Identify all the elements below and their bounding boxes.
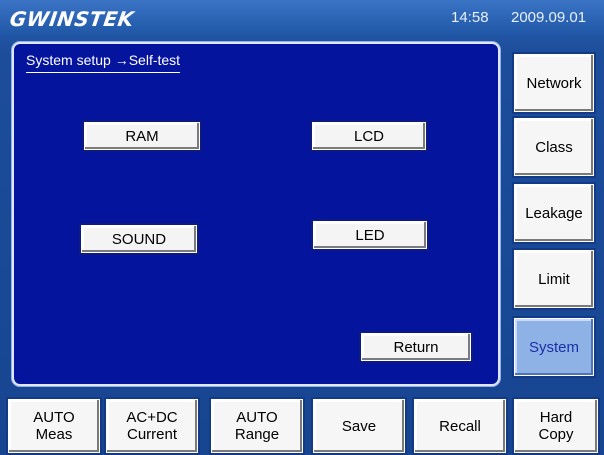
lcd-test-button[interactable]: LCD [312, 122, 426, 150]
clock-date: 2009.09.01 [511, 9, 587, 26]
recall-label: Recall [439, 417, 481, 435]
hard-copy-button[interactable]: Hard Copy [514, 399, 598, 453]
class-menu-button[interactable]: Class [514, 118, 594, 176]
title-bar: GWINSTEK 14:58 2009.09.01 [0, 0, 604, 36]
ac-dc-label-line1: AC+DC [126, 409, 178, 426]
limit-menu-button[interactable]: Limit [514, 250, 594, 308]
system-menu-button[interactable]: System [514, 318, 594, 376]
return-button[interactable]: Return [361, 333, 471, 361]
hard-copy-label-line1: Hard [539, 409, 573, 426]
recall-button[interactable]: Recall [414, 399, 506, 453]
ac-dc-current-button[interactable]: AC+DC Current [106, 399, 198, 453]
ram-test-button[interactable]: RAM [84, 122, 200, 150]
auto-range-button[interactable]: AUTO Range [211, 399, 303, 453]
auto-range-label-line1: AUTO [236, 409, 278, 426]
network-menu-button[interactable]: Network [514, 54, 594, 112]
leakage-menu-button[interactable]: Leakage [514, 184, 594, 242]
instrument-screen: GWINSTEK 14:58 2009.09.01 System setup →… [0, 0, 604, 455]
hard-copy-label-line2: Copy [538, 426, 574, 443]
auto-range-label-line2: Range [234, 426, 280, 443]
led-test-button[interactable]: LED [313, 221, 427, 249]
clock-time: 14:58 [451, 9, 489, 26]
auto-meas-button[interactable]: AUTO Meas [8, 399, 100, 453]
auto-meas-label-line2: Meas [35, 426, 73, 443]
ac-dc-label-line2: Current [126, 426, 178, 443]
save-label: Save [341, 417, 377, 435]
self-test-panel: System setup →Self-test RAM LCD SOUND LE… [12, 42, 500, 386]
auto-meas-label-line1: AUTO [33, 409, 75, 426]
save-button[interactable]: Save [313, 399, 405, 453]
sound-test-button[interactable]: SOUND [81, 225, 197, 253]
brand-logo: GWINSTEK [8, 7, 136, 31]
breadcrumb: System setup →Self-test [26, 52, 181, 73]
